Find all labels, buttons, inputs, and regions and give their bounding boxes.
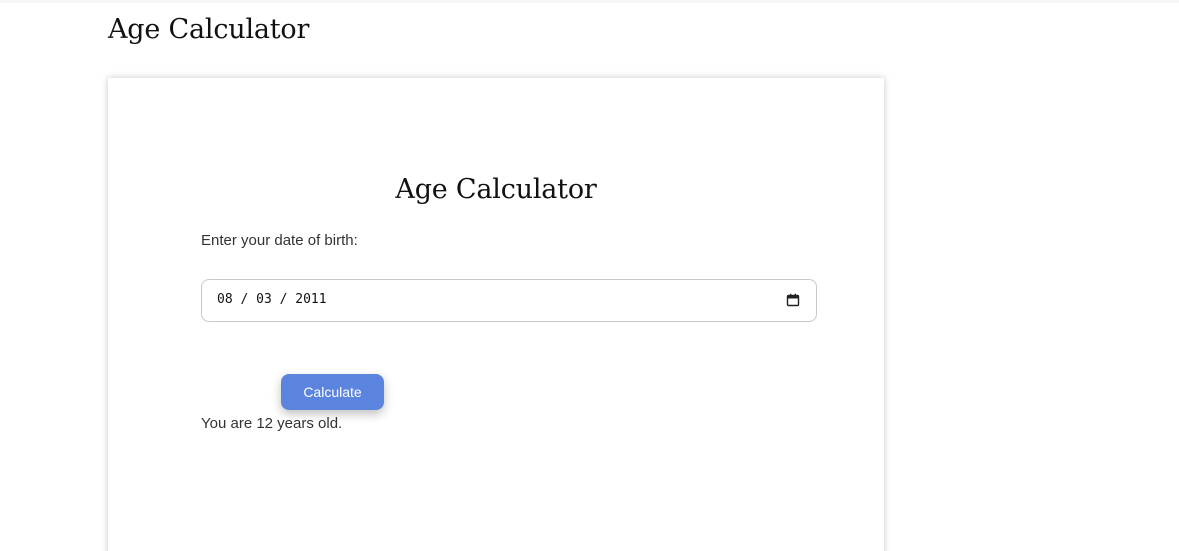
card-title: Age Calculator — [395, 174, 597, 205]
date-of-birth-input[interactable]: 08 / 03 / 2011 — [201, 279, 817, 322]
top-strip — [0, 0, 1179, 3]
calculator-card: Age Calculator Enter your date of birth:… — [108, 78, 884, 551]
page-title: Age Calculator — [108, 14, 310, 45]
calendar-icon[interactable] — [786, 293, 800, 307]
result-text: You are 12 years old. — [201, 415, 343, 432]
dob-label: Enter your date of birth: — [201, 232, 358, 249]
calculate-button[interactable]: Calculate — [281, 374, 384, 410]
date-value[interactable]: 08 / 03 / 2011 — [217, 292, 327, 307]
